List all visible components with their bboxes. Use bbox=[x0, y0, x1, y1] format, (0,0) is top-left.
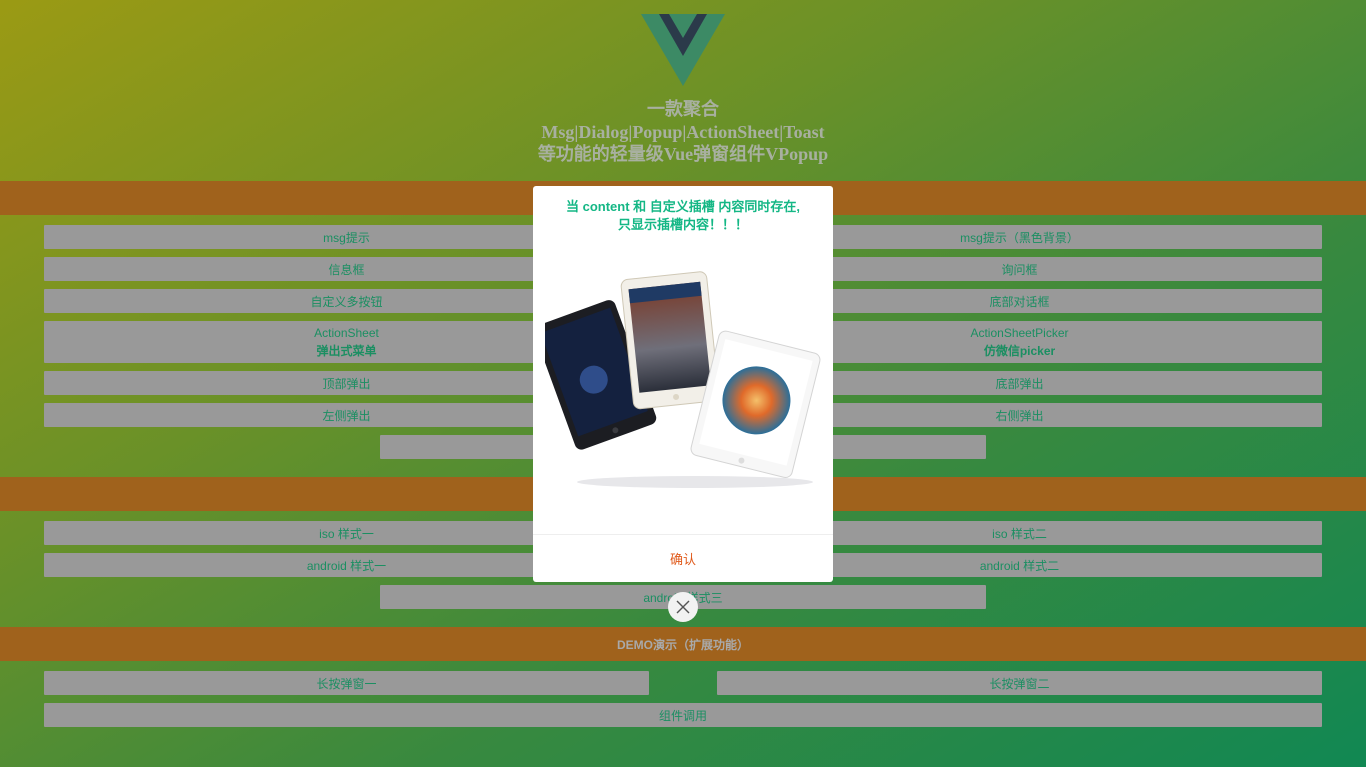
section-title: DEMO演示（扩展功能） bbox=[616, 637, 749, 652]
ipad-mini-tablets-image bbox=[545, 271, 821, 488]
title-line-3: 等功能的轻量级Vue弹窗组件VPopup bbox=[537, 144, 829, 164]
component-call-button[interactable]: 组件调用 bbox=[44, 703, 1322, 727]
section-band-demo: DEMO演示（扩展功能） bbox=[0, 627, 1366, 661]
title-line-1: 一款聚合 bbox=[647, 99, 719, 119]
page-title: 一款聚合 Msg|Dialog|Popup|ActionSheet|Toast … bbox=[383, 98, 983, 166]
popup-dialog: 当 content 和 自定义插槽 内容同时存在, 只显示插槽内容！！！ 确认 bbox=[533, 186, 833, 582]
close-button[interactable] bbox=[668, 592, 698, 622]
longpress-popup-1-button[interactable]: 长按弹窗一 bbox=[44, 671, 649, 695]
vue-logo bbox=[641, 14, 725, 86]
dialog-content: 当 content 和 自定义插槽 内容同时存在, 只显示插槽内容！！！ bbox=[533, 186, 833, 234]
title-line-2: Msg|Dialog|Popup|ActionSheet|Toast bbox=[541, 121, 825, 142]
dialog-content-line-2: 只显示插槽内容！！！ bbox=[617, 217, 748, 232]
longpress-popup-2-button[interactable]: 长按弹窗二 bbox=[717, 671, 1322, 695]
confirm-label: 确认 bbox=[669, 552, 696, 567]
confirm-button[interactable]: 确认 bbox=[533, 534, 833, 582]
dialog-content-line-1: 当 content 和 自定义插槽 内容同时存在, bbox=[565, 199, 800, 214]
close-icon bbox=[676, 600, 690, 614]
